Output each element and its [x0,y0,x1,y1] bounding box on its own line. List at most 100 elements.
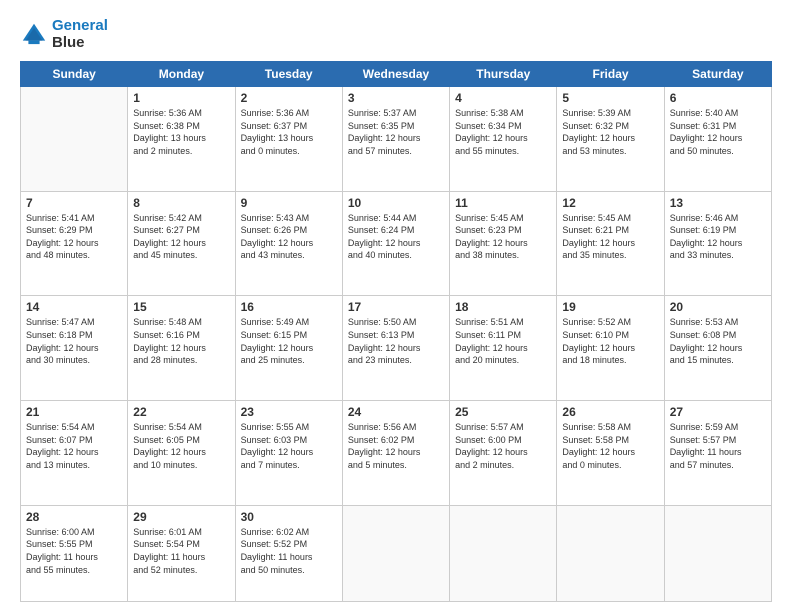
cell-info: Sunrise: 6:01 AM Sunset: 5:54 PM Dayligh… [133,526,229,576]
calendar-cell [342,505,449,601]
calendar-cell: 24 Sunrise: 5:56 AM Sunset: 6:02 PM Dayli… [342,401,449,506]
calendar-cell: 4Sunrise: 5:38 AM Sunset: 6:34 PM Daylig… [450,87,557,192]
day-header-saturday: Saturday [664,62,771,87]
calendar-cell [664,505,771,601]
cell-info: Sunrise: 5:50 AM Sunset: 6:13 PM Dayligh… [348,316,444,366]
day-number: 2 [241,91,337,105]
day-number: 18 [455,300,551,314]
day-number: 7 [26,196,122,210]
calendar-table: SundayMondayTuesdayWednesdayThursdayFrid… [20,61,772,602]
cell-info: Sunrise: 5:47 AM Sunset: 6:18 PM Dayligh… [26,316,122,366]
logo-text: General Blue [52,18,108,51]
cell-info: Sunrise: 5:58 AM Sunset: 5:58 PM Dayligh… [562,421,658,471]
day-header-thursday: Thursday [450,62,557,87]
calendar-cell: 16 Sunrise: 5:49 AM Sunset: 6:15 PM Dayli… [235,296,342,401]
calendar-cell: 5 Sunrise: 5:39 AM Sunset: 6:32 PM Daylig… [557,87,664,192]
calendar-cell: 20 Sunrise: 5:53 AM Sunset: 6:08 PM Dayli… [664,296,771,401]
day-number: 21 [26,405,122,419]
calendar-cell: 17 Sunrise: 5:50 AM Sunset: 6:13 PM Dayli… [342,296,449,401]
day-number: 8 [133,196,229,210]
cell-info: Sunrise: 5:53 AM Sunset: 6:08 PM Dayligh… [670,316,766,366]
cell-info: Sunrise: 5:59 AM Sunset: 5:57 PM Dayligh… [670,421,766,471]
calendar-cell: 26 Sunrise: 5:58 AM Sunset: 5:58 PM Dayli… [557,401,664,506]
calendar-week-row: 1Sunrise: 5:36 AM Sunset: 6:38 PM Daylig… [21,87,772,192]
cell-info: Sunrise: 5:40 AM Sunset: 6:31 PM Dayligh… [670,107,766,157]
calendar-cell [557,505,664,601]
calendar-cell: 19Sunrise: 5:52 AM Sunset: 6:10 PM Dayli… [557,296,664,401]
cell-info: Sunrise: 5:57 AM Sunset: 6:00 PM Dayligh… [455,421,551,471]
cell-info: Sunrise: 5:43 AM Sunset: 6:26 PM Dayligh… [241,212,337,262]
calendar-cell: 6Sunrise: 5:40 AM Sunset: 6:31 PM Daylig… [664,87,771,192]
logo-icon [20,21,48,49]
calendar-cell: 2 Sunrise: 5:36 AM Sunset: 6:37 PM Daylig… [235,87,342,192]
day-header-friday: Friday [557,62,664,87]
cell-info: Sunrise: 5:36 AM Sunset: 6:37 PM Dayligh… [241,107,337,157]
cell-info: Sunrise: 6:02 AM Sunset: 5:52 PM Dayligh… [241,526,337,576]
calendar-cell: 13Sunrise: 5:46 AM Sunset: 6:19 PM Dayli… [664,191,771,296]
day-number: 20 [670,300,766,314]
calendar-cell: 12 Sunrise: 5:45 AM Sunset: 6:21 PM Dayli… [557,191,664,296]
day-number: 4 [455,91,551,105]
day-number: 9 [241,196,337,210]
day-number: 25 [455,405,551,419]
calendar-cell [21,87,128,192]
logo-line1: General [52,18,108,35]
logo: General Blue [20,18,108,51]
day-number: 14 [26,300,122,314]
day-header-wednesday: Wednesday [342,62,449,87]
calendar-cell: 11Sunrise: 5:45 AM Sunset: 6:23 PM Dayli… [450,191,557,296]
day-number: 30 [241,510,337,524]
calendar-cell: 29 Sunrise: 6:01 AM Sunset: 5:54 PM Dayli… [128,505,235,601]
day-number: 5 [562,91,658,105]
day-number: 22 [133,405,229,419]
calendar-cell: 15Sunrise: 5:48 AM Sunset: 6:16 PM Dayli… [128,296,235,401]
page: General Blue SundayMondayTuesdayWednesda… [0,0,792,612]
day-number: 24 [348,405,444,419]
calendar-cell [450,505,557,601]
day-number: 10 [348,196,444,210]
calendar-cell: 18 Sunrise: 5:51 AM Sunset: 6:11 PM Dayli… [450,296,557,401]
calendar-week-row: 7 Sunrise: 5:41 AM Sunset: 6:29 PM Daylig… [21,191,772,296]
day-number: 23 [241,405,337,419]
cell-info: Sunrise: 5:48 AM Sunset: 6:16 PM Dayligh… [133,316,229,366]
day-number: 12 [562,196,658,210]
calendar-cell: 25 Sunrise: 5:57 AM Sunset: 6:00 PM Dayli… [450,401,557,506]
cell-info: Sunrise: 6:00 AM Sunset: 5:55 PM Dayligh… [26,526,122,576]
day-number: 29 [133,510,229,524]
cell-info: Sunrise: 5:49 AM Sunset: 6:15 PM Dayligh… [241,316,337,366]
day-header-tuesday: Tuesday [235,62,342,87]
calendar-cell: 30 Sunrise: 6:02 AM Sunset: 5:52 PM Dayli… [235,505,342,601]
cell-info: Sunrise: 5:54 AM Sunset: 6:07 PM Dayligh… [26,421,122,471]
calendar-week-row: 28 Sunrise: 6:00 AM Sunset: 5:55 PM Dayli… [21,505,772,601]
calendar-week-row: 21 Sunrise: 5:54 AM Sunset: 6:07 PM Dayli… [21,401,772,506]
logo-line2: Blue [52,35,108,52]
calendar-cell: 22 Sunrise: 5:54 AM Sunset: 6:05 PM Dayli… [128,401,235,506]
calendar-cell: 9 Sunrise: 5:43 AM Sunset: 6:26 PM Daylig… [235,191,342,296]
calendar-cell: 3Sunrise: 5:37 AM Sunset: 6:35 PM Daylig… [342,87,449,192]
calendar-header-row: SundayMondayTuesdayWednesdayThursdayFrid… [21,62,772,87]
cell-info: Sunrise: 5:54 AM Sunset: 6:05 PM Dayligh… [133,421,229,471]
cell-info: Sunrise: 5:46 AM Sunset: 6:19 PM Dayligh… [670,212,766,262]
header: General Blue [20,18,772,51]
calendar-cell: 27 Sunrise: 5:59 AM Sunset: 5:57 PM Dayli… [664,401,771,506]
day-header-monday: Monday [128,62,235,87]
calendar-cell: 21 Sunrise: 5:54 AM Sunset: 6:07 PM Dayli… [21,401,128,506]
day-number: 28 [26,510,122,524]
day-number: 27 [670,405,766,419]
cell-info: Sunrise: 5:36 AM Sunset: 6:38 PM Dayligh… [133,107,229,157]
day-header-sunday: Sunday [21,62,128,87]
day-number: 17 [348,300,444,314]
day-number: 3 [348,91,444,105]
day-number: 19 [562,300,658,314]
calendar-cell: 28 Sunrise: 6:00 AM Sunset: 5:55 PM Dayli… [21,505,128,601]
cell-info: Sunrise: 5:45 AM Sunset: 6:23 PM Dayligh… [455,212,551,262]
day-number: 26 [562,405,658,419]
cell-info: Sunrise: 5:56 AM Sunset: 6:02 PM Dayligh… [348,421,444,471]
cell-info: Sunrise: 5:51 AM Sunset: 6:11 PM Dayligh… [455,316,551,366]
calendar-cell: 8 Sunrise: 5:42 AM Sunset: 6:27 PM Daylig… [128,191,235,296]
cell-info: Sunrise: 5:42 AM Sunset: 6:27 PM Dayligh… [133,212,229,262]
cell-info: Sunrise: 5:45 AM Sunset: 6:21 PM Dayligh… [562,212,658,262]
day-number: 16 [241,300,337,314]
cell-info: Sunrise: 5:41 AM Sunset: 6:29 PM Dayligh… [26,212,122,262]
cell-info: Sunrise: 5:39 AM Sunset: 6:32 PM Dayligh… [562,107,658,157]
